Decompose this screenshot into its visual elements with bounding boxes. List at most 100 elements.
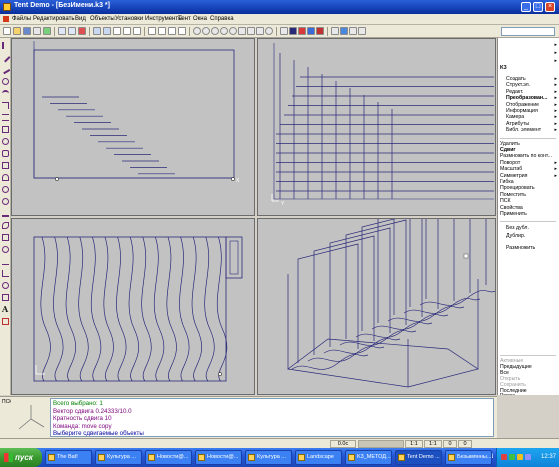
hatch-tool-icon[interactable] bbox=[2, 294, 9, 301]
zoom-in-icon[interactable] bbox=[193, 27, 201, 35]
panel-group2-item-10[interactable]: Свойства bbox=[500, 205, 523, 211]
panel-group2-item-5[interactable]: Симметрия bbox=[500, 173, 527, 179]
panel-group3-item-0[interactable]: Без дубл. bbox=[506, 225, 529, 231]
view-icon[interactable] bbox=[178, 27, 186, 35]
panel-group1-item-3[interactable]: Преобразован... bbox=[506, 95, 547, 101]
mesh-tool-icon[interactable] bbox=[2, 246, 9, 253]
revolve-tool-icon[interactable] bbox=[2, 222, 9, 229]
delete-icon[interactable] bbox=[113, 27, 121, 35]
panel-group2-item-7[interactable]: Проецировать bbox=[500, 185, 535, 191]
viewport-3d[interactable] bbox=[257, 218, 496, 395]
sphere-tool-icon[interactable] bbox=[2, 186, 9, 193]
path-tool-icon[interactable] bbox=[2, 114, 9, 121]
line-tool-icon[interactable] bbox=[0, 52, 11, 63]
minimize-button[interactable]: _ bbox=[521, 2, 531, 12]
panel-tool-icon[interactable] bbox=[2, 150, 9, 157]
maximize-button[interactable]: □ bbox=[533, 2, 543, 12]
panel-group4-item-6[interactable]: Рамка bbox=[500, 393, 515, 395]
cylinder-tool-icon[interactable] bbox=[2, 174, 9, 181]
wireframe-icon[interactable] bbox=[280, 27, 288, 35]
polyline-tool-icon[interactable] bbox=[0, 64, 11, 75]
arc-tool-icon[interactable] bbox=[2, 90, 9, 97]
spline-tool-icon[interactable] bbox=[2, 102, 9, 109]
select-icon[interactable] bbox=[148, 27, 156, 35]
menu-edit[interactable]: Редактировать bbox=[33, 16, 74, 22]
taskbar-button[interactable]: K3_МЕТОД... bbox=[345, 450, 392, 465]
command-log[interactable]: Всего выбрано: 1 Вектор сдвига 0.24333/10… bbox=[50, 398, 494, 437]
taskbar-button[interactable]: The Bat! bbox=[45, 450, 92, 465]
toolbar-combo[interactable] bbox=[501, 27, 555, 36]
panel-group1-item-5[interactable]: Информация bbox=[506, 108, 538, 114]
zoom-out-icon[interactable] bbox=[202, 27, 210, 35]
circle-tool-icon[interactable] bbox=[2, 78, 9, 85]
panel-group1-item-7[interactable]: Атрибуты bbox=[506, 121, 529, 127]
surface-tool-icon[interactable] bbox=[2, 234, 9, 241]
render-icon[interactable] bbox=[298, 27, 306, 35]
material-icon[interactable] bbox=[316, 27, 324, 35]
snap-icon[interactable] bbox=[168, 27, 176, 35]
panel-group1-item-4[interactable]: Отображение bbox=[506, 102, 539, 108]
panel-group2-item-0[interactable]: Удалить bbox=[500, 141, 520, 147]
pan-icon[interactable] bbox=[238, 27, 246, 35]
redo-icon[interactable] bbox=[68, 27, 76, 35]
plot-icon[interactable] bbox=[43, 27, 51, 35]
zoom-real-icon[interactable] bbox=[265, 27, 273, 35]
tray-icon-4[interactable] bbox=[525, 454, 531, 460]
ellipse-tool-icon[interactable] bbox=[2, 138, 9, 145]
zoom-prev-icon[interactable] bbox=[229, 27, 237, 35]
panel-group1-item-0[interactable]: Создать bbox=[506, 76, 526, 82]
panel-group1-item-2[interactable]: Редакт. bbox=[506, 89, 523, 95]
tray-icon-1[interactable] bbox=[501, 454, 507, 460]
box-tool-icon[interactable] bbox=[2, 162, 9, 169]
menu-objects[interactable]: Объекты bbox=[90, 16, 115, 22]
taskbar-button[interactable]: Безымянны... bbox=[445, 450, 492, 465]
close-button[interactable]: × bbox=[545, 2, 555, 12]
rotate-view-icon[interactable] bbox=[247, 27, 255, 35]
taskbar-button[interactable]: Landscape bbox=[295, 450, 342, 465]
text-tool-icon[interactable]: A bbox=[2, 305, 9, 313]
print-icon[interactable] bbox=[33, 27, 41, 35]
tray-icon-3[interactable] bbox=[517, 454, 523, 460]
taskbar-button[interactable]: Новости@... bbox=[145, 450, 192, 465]
menu-windows[interactable]: Окна bbox=[193, 16, 207, 22]
dimension-tool-icon[interactable] bbox=[2, 258, 9, 265]
undo-icon[interactable] bbox=[58, 27, 66, 35]
save-icon[interactable] bbox=[23, 27, 31, 35]
menu-file[interactable]: Файлы bbox=[12, 16, 31, 22]
torus-tool-icon[interactable] bbox=[2, 198, 9, 205]
redraw-icon[interactable] bbox=[256, 27, 264, 35]
rect-tool-icon[interactable] bbox=[2, 126, 9, 133]
shade-icon[interactable] bbox=[289, 27, 297, 35]
panel-group2-item-9[interactable]: ПСК bbox=[500, 198, 511, 204]
menu-tools[interactable]: Инструменты bbox=[145, 16, 182, 22]
panel-group2-item-4[interactable]: Масштаб bbox=[500, 166, 522, 172]
grid-icon[interactable] bbox=[331, 27, 339, 35]
options-icon[interactable] bbox=[358, 27, 366, 35]
paste-icon[interactable] bbox=[103, 27, 111, 35]
menu-settings[interactable]: Установки bbox=[115, 16, 143, 22]
panel-group3-item-1[interactable]: Дублир. bbox=[506, 233, 525, 239]
panel-group2-item-11[interactable]: Применить bbox=[500, 211, 527, 217]
properties-icon[interactable] bbox=[123, 27, 131, 35]
taskbar-button[interactable]: Культура ... bbox=[95, 450, 142, 465]
viewport-front[interactable]: X bbox=[11, 38, 255, 216]
light-icon[interactable] bbox=[307, 27, 315, 35]
open-folder-icon[interactable] bbox=[13, 27, 21, 35]
panel-group1-item-1[interactable]: Структ.эл. bbox=[506, 82, 530, 88]
help-icon[interactable] bbox=[340, 27, 348, 35]
start-button[interactable]: пуск bbox=[0, 448, 42, 467]
panel-group2-item-2[interactable]: Размножить по конт... bbox=[500, 153, 552, 159]
zoom-all-icon[interactable] bbox=[220, 27, 228, 35]
angle-dim-tool-icon[interactable] bbox=[2, 270, 9, 277]
zoom-window-icon[interactable] bbox=[211, 27, 219, 35]
info-icon[interactable] bbox=[349, 27, 357, 35]
point-tool-icon[interactable] bbox=[2, 42, 9, 49]
cut-icon[interactable] bbox=[78, 27, 86, 35]
taskbar-button[interactable]: Новости@... bbox=[195, 450, 242, 465]
menu-tent[interactable]: Тент bbox=[178, 16, 191, 22]
tray-icon-2[interactable] bbox=[509, 454, 515, 460]
panel-group1-item-8[interactable]: Библ. элемент bbox=[506, 127, 541, 133]
panel-group2-item-3[interactable]: Поворот bbox=[500, 160, 520, 166]
radius-dim-tool-icon[interactable] bbox=[2, 282, 9, 289]
panel-group3-item-2[interactable]: Размножить bbox=[506, 245, 535, 251]
